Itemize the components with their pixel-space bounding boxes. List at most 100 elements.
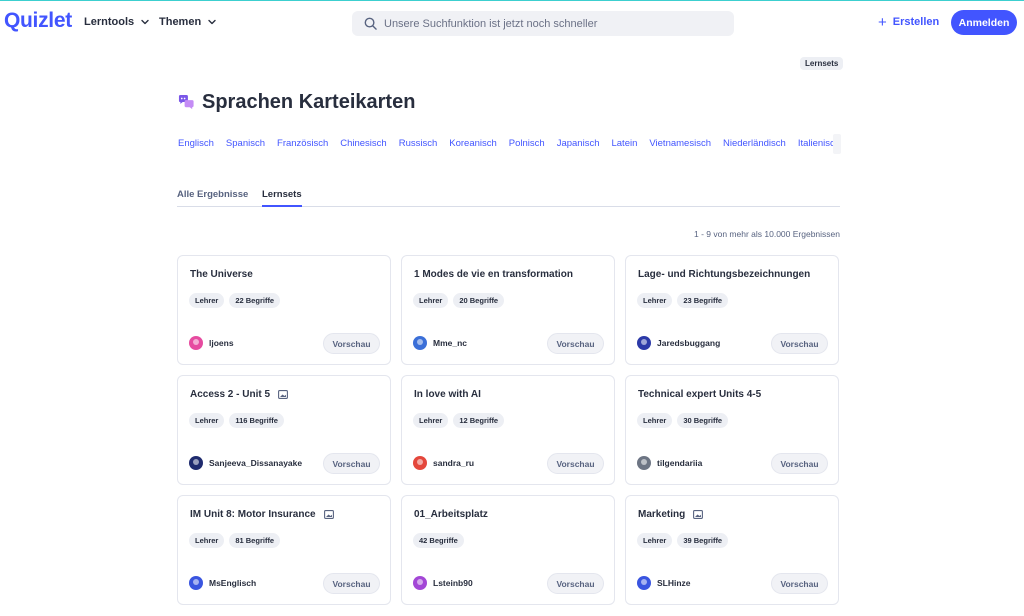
term-count-badge: 12 Begriffe (453, 413, 505, 428)
plus-icon: + (878, 13, 887, 31)
card-badges: Lehrer 81 Begriffe (189, 533, 281, 548)
card-badges: 42 Begriffe (413, 533, 464, 548)
avatar (413, 576, 427, 590)
study-set-card[interactable]: Access 2 - Unit 5 Lehrer 116 Begriffe Sanje… (177, 375, 391, 485)
author-name: ljoens (209, 338, 234, 348)
card-author[interactable]: Mme_nc (413, 336, 467, 350)
card-title-row: In love with AI (414, 389, 481, 400)
card-badges: Lehrer 30 Begriffe (637, 413, 729, 428)
card-title-row: Access 2 - Unit 5 (190, 389, 288, 400)
page-title-row: Sprachen Karteikarten (178, 91, 415, 114)
quizlet-logo[interactable]: Quizlet (4, 9, 72, 33)
study-set-card[interactable]: 1 Modes de vie en transformation Lehrer 20… (401, 255, 615, 365)
teacher-badge: Lehrer (413, 293, 449, 308)
breadcrumb-badge[interactable]: Lernsets (800, 57, 844, 70)
create-button[interactable]: + Erstellen (878, 13, 939, 31)
study-set-card[interactable]: Lage- und Richtungsbezeichnungen Lehrer 23… (625, 255, 839, 365)
term-count-badge: 30 Begriffe (677, 413, 729, 428)
card-title: 01_Arbeitsplatz (414, 509, 488, 520)
tab-all-results[interactable]: Alle Ergebnisse (177, 189, 248, 207)
language-chip[interactable]: Latein (611, 138, 637, 152)
search-input[interactable] (384, 17, 714, 30)
preview-button[interactable]: Vorschau (547, 333, 604, 354)
language-chip[interactable]: Japanisch (557, 138, 600, 152)
card-title-row: 1 Modes de vie en transformation (414, 269, 573, 280)
term-count-badge: 22 Begriffe (229, 293, 281, 308)
avatar (637, 576, 651, 590)
teacher-badge: Lehrer (637, 413, 673, 428)
teacher-badge: Lehrer (413, 413, 449, 428)
result-tabs: Alle Ergebnisse Lernsets (177, 189, 840, 207)
card-author[interactable]: MsEnglisch (189, 576, 256, 590)
card-author[interactable]: ljoens (189, 336, 234, 350)
card-author[interactable]: sandra_ru (413, 456, 474, 470)
card-title-row: 01_Arbeitsplatz (414, 509, 488, 520)
nav-lerntools[interactable]: Lerntools (84, 16, 150, 28)
language-chip[interactable]: Russisch (399, 138, 438, 152)
card-title: 1 Modes de vie en transformation (414, 269, 573, 280)
chevron-down-icon (208, 19, 216, 25)
login-button[interactable]: Anmelden (951, 10, 1017, 35)
preview-button[interactable]: Vorschau (323, 333, 380, 354)
card-author[interactable]: Jaredsbuggang (637, 336, 720, 350)
author-name: SLHinze (657, 578, 691, 588)
language-chip[interactable]: Koreanisch (449, 138, 497, 152)
card-title-row: Marketing (638, 509, 704, 520)
language-chip[interactable]: Chinesisch (340, 138, 386, 152)
card-title: In love with AI (414, 389, 481, 400)
preview-button[interactable]: Vorschau (547, 573, 604, 594)
card-author[interactable]: Sanjeeva_Dissanayake (189, 456, 302, 470)
term-count-badge: 20 Begriffe (453, 293, 505, 308)
results-count: 1 - 9 von mehr als 10.000 Ergebnissen (693, 229, 840, 239)
avatar (413, 456, 427, 470)
card-author[interactable]: tilgendariia (637, 456, 702, 470)
card-title: IM Unit 8: Motor Insurance (190, 509, 316, 520)
search-bar[interactable] (352, 11, 734, 36)
nav-themen-label: Themen (159, 16, 202, 28)
language-chip[interactable]: Spanisch (226, 138, 265, 152)
preview-button[interactable]: Vorschau (771, 333, 828, 354)
avatar (413, 336, 427, 350)
teacher-badge: Lehrer (637, 293, 673, 308)
language-chip[interactable]: Englisch (178, 138, 214, 152)
card-title: Technical expert Units 4-5 (638, 389, 762, 400)
card-author[interactable]: SLHinze (637, 576, 691, 590)
speech-bubbles-icon (178, 94, 194, 110)
language-chip[interactable]: Polnisch (509, 138, 545, 152)
tab-lernsets[interactable]: Lernsets (262, 189, 302, 207)
card-author[interactable]: Lsteinb90 (413, 576, 473, 590)
term-count-badge: 42 Begriffe (413, 533, 464, 548)
language-chip[interactable]: Niederländisch (723, 138, 786, 152)
card-badges: Lehrer 116 Begriffe (189, 413, 284, 428)
study-set-card[interactable]: The Universe Lehrer 22 Begriffe ljoens Vorsc… (177, 255, 391, 365)
term-count-badge: 81 Begriffe (229, 533, 281, 548)
image-icon (323, 510, 334, 519)
top-header: Quizlet Lerntools Themen + Erstellen Anm… (0, 0, 1024, 44)
chip-scroll-fade (833, 134, 841, 154)
language-chip-row: Englisch Spanisch Französisch Chinesisch Rus… (178, 138, 841, 152)
preview-button[interactable]: Vorschau (323, 453, 380, 474)
author-name: tilgendariia (657, 458, 703, 468)
card-title-row: IM Unit 8: Motor Insurance (190, 509, 334, 520)
card-grid: The Universe Lehrer 22 Begriffe ljoens Vorsc… (177, 255, 840, 605)
study-set-card[interactable]: IM Unit 8: Motor Insurance Lehrer 81 Begri… (177, 495, 391, 605)
avatar (637, 336, 651, 350)
preview-button[interactable]: Vorschau (771, 453, 828, 474)
language-chip[interactable]: Vietnamesisch (649, 138, 711, 152)
teacher-badge: Lehrer (637, 533, 673, 548)
author-name: Jaredsbuggang (657, 338, 721, 348)
author-name: MsEnglisch (209, 578, 257, 588)
study-set-card[interactable]: Marketing Lehrer 39 Begriffe SLHinze Vorscha… (625, 495, 839, 605)
preview-button[interactable]: Vorschau (547, 453, 604, 474)
study-set-card[interactable]: 01_Arbeitsplatz 42 Begriffe Lsteinb90 Vorsc… (401, 495, 615, 605)
study-set-card[interactable]: In love with AI Lehrer 12 Begriffe sandra_r… (401, 375, 615, 485)
preview-button[interactable]: Vorschau (771, 573, 828, 594)
card-title: Marketing (638, 509, 686, 520)
study-set-card[interactable]: Technical expert Units 4-5 Lehrer 30 Begri… (625, 375, 839, 485)
preview-button[interactable]: Vorschau (323, 573, 380, 594)
card-title: The Universe (190, 269, 253, 280)
nav-lerntools-label: Lerntools (84, 16, 135, 28)
nav-themen[interactable]: Themen (159, 16, 217, 28)
page-title: Sprachen Karteikarten (202, 91, 416, 113)
language-chip[interactable]: Französisch (277, 138, 328, 152)
